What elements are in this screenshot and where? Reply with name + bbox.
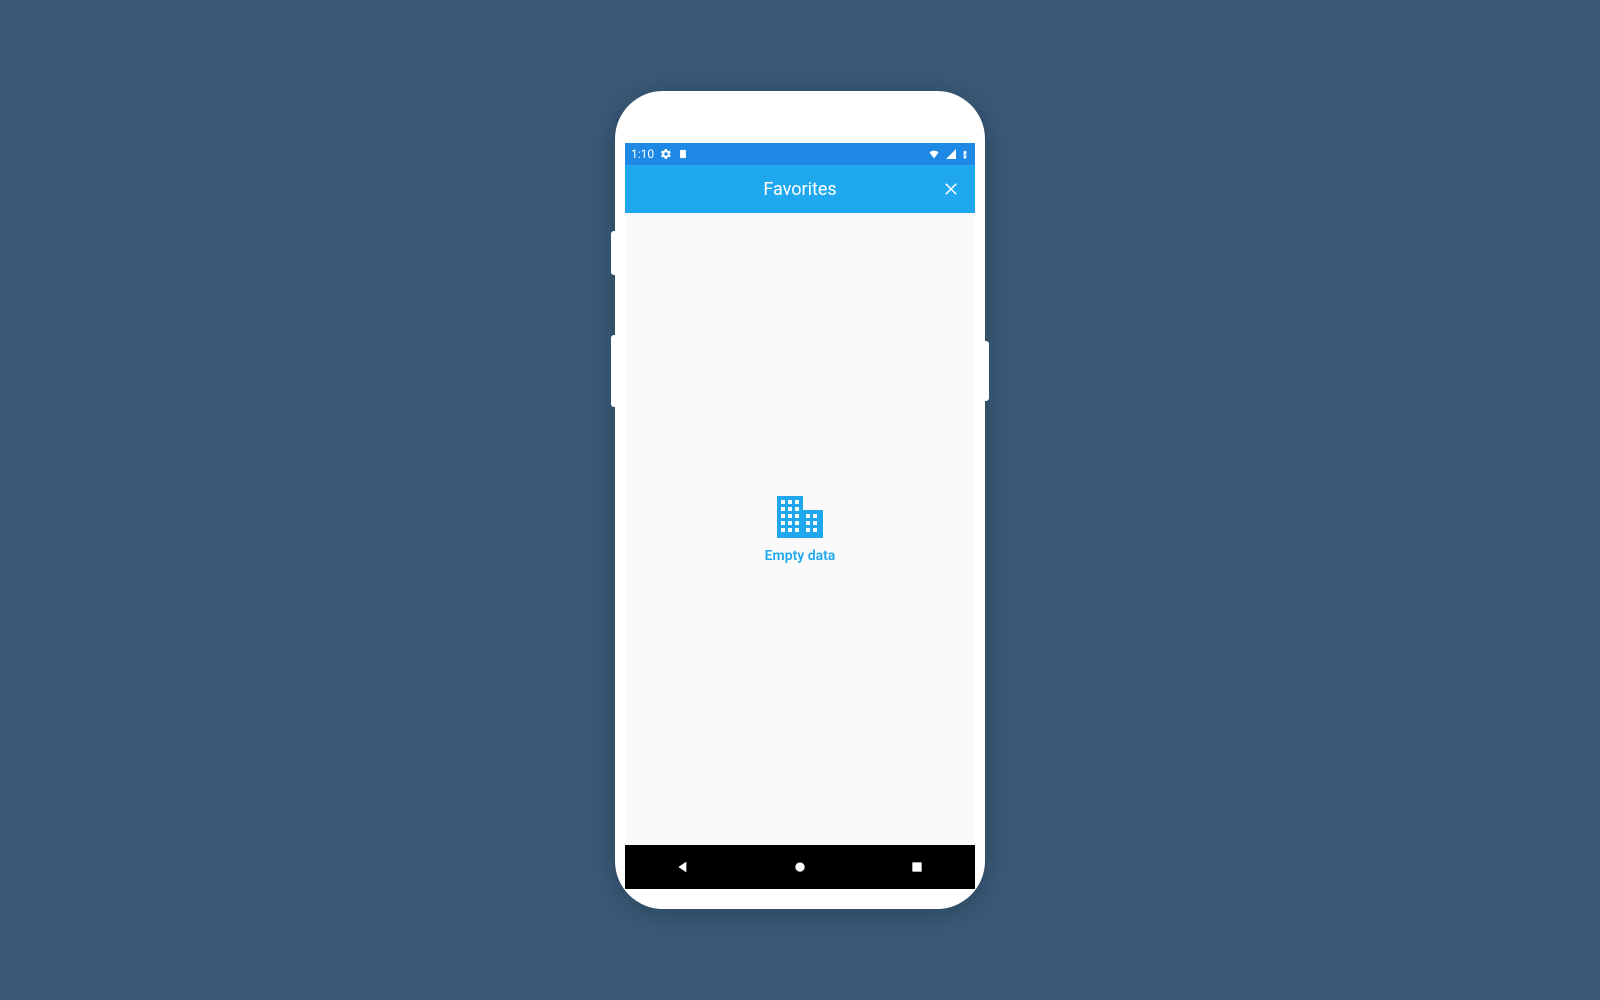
gear-icon xyxy=(660,148,672,160)
content-area: Empty data xyxy=(625,213,975,845)
nav-back-button[interactable] xyxy=(661,845,705,889)
battery-icon xyxy=(961,148,969,161)
phone-side-button xyxy=(611,335,615,407)
phone-side-button xyxy=(611,231,615,275)
status-bar: 1:10 xyxy=(625,143,975,165)
close-button[interactable] xyxy=(937,175,965,203)
nav-recent-button[interactable] xyxy=(895,845,939,889)
home-icon xyxy=(792,859,808,875)
phone-side-button xyxy=(985,341,989,401)
nav-home-button[interactable] xyxy=(778,845,822,889)
screen: 1:10 xyxy=(625,143,975,889)
recent-icon xyxy=(910,860,924,874)
wifi-icon xyxy=(927,148,941,160)
close-icon xyxy=(942,180,960,198)
card-icon xyxy=(678,148,688,160)
back-icon xyxy=(675,859,691,875)
phone-frame: 1:10 xyxy=(615,91,985,909)
building-icon xyxy=(775,494,825,540)
app-bar: Favorites xyxy=(625,165,975,213)
signal-icon xyxy=(945,148,957,160)
empty-state-label: Empty data xyxy=(765,548,836,564)
page-title: Favorites xyxy=(763,179,836,200)
status-time: 1:10 xyxy=(631,147,654,161)
android-nav-bar xyxy=(625,845,975,889)
